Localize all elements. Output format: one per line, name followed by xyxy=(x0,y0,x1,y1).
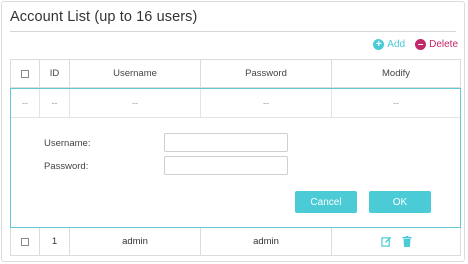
account-table: ID Username Password Modify -- -- -- -- … xyxy=(10,59,461,256)
row-password: admin xyxy=(201,228,332,255)
row-checkbox-cell xyxy=(11,228,40,255)
delete-label: Delete xyxy=(429,39,458,50)
table-row: 1 admin admin xyxy=(10,228,461,256)
row-id: 1 xyxy=(40,228,70,255)
title-divider xyxy=(10,31,456,32)
add-label: Add xyxy=(387,39,406,50)
form-divider xyxy=(11,117,460,118)
minus-circle-icon: – xyxy=(415,39,427,50)
select-all-checkbox[interactable] xyxy=(21,69,29,78)
plus-circle-icon: + xyxy=(373,39,385,50)
placeholder-password: -- xyxy=(201,89,332,117)
row-checkbox[interactable] xyxy=(21,237,29,246)
header-password: Password xyxy=(201,60,332,87)
row-modify-cell xyxy=(332,228,460,255)
placeholder-username: -- xyxy=(70,89,201,117)
password-label: Password: xyxy=(44,161,89,172)
header-checkbox-cell xyxy=(11,60,40,87)
delete-button[interactable]: – Delete xyxy=(415,39,458,50)
password-input[interactable] xyxy=(164,156,288,175)
table-header: ID Username Password Modify xyxy=(10,59,461,88)
username-label: Username: xyxy=(44,138,91,149)
account-list-panel: Account List (up to 16 users) + Add – De… xyxy=(1,1,465,262)
new-entry-row: -- -- -- -- -- xyxy=(11,89,460,117)
header-id: ID xyxy=(40,60,70,87)
ok-button[interactable]: OK xyxy=(369,191,431,213)
header-modify: Modify xyxy=(382,68,410,79)
edit-account-form: -- -- -- -- -- Username: Password: Cance… xyxy=(10,88,461,228)
add-button[interactable]: + Add xyxy=(373,39,405,50)
header-username: Username xyxy=(70,60,201,87)
toolbar: + Add – Delete xyxy=(373,39,458,50)
placeholder-id: -- xyxy=(40,89,70,117)
row-username: admin xyxy=(70,228,201,255)
edit-icon[interactable] xyxy=(380,236,392,247)
placeholder-checkbox: -- xyxy=(11,89,40,117)
cancel-button[interactable]: Cancel xyxy=(295,191,357,213)
username-input[interactable] xyxy=(164,133,288,152)
placeholder-modify: -- xyxy=(393,98,399,108)
trash-icon[interactable] xyxy=(401,236,412,247)
page-title: Account List (up to 16 users) xyxy=(10,9,198,25)
